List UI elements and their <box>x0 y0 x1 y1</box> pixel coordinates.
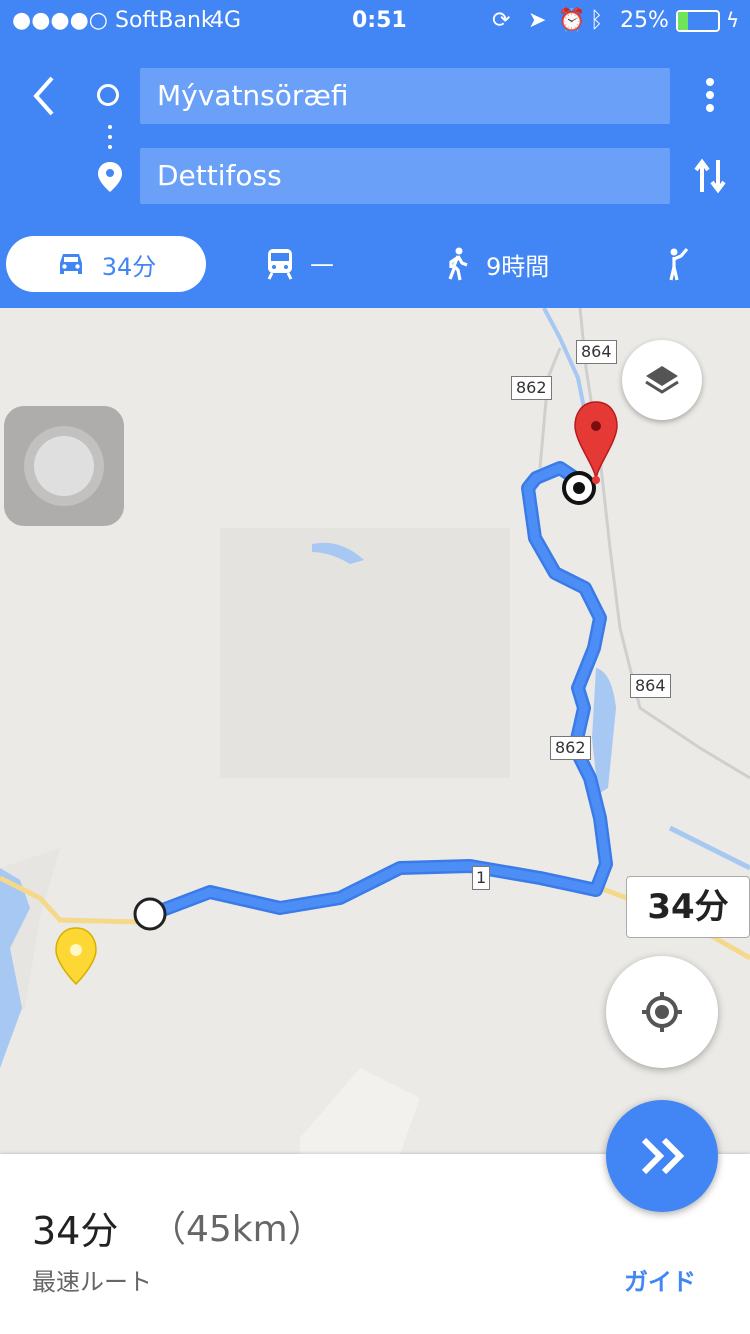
more-options-button[interactable] <box>700 78 720 118</box>
route-connector-dots <box>108 125 112 155</box>
road-label: 1 <box>472 866 491 890</box>
tab-car-label: 34分 <box>101 252 157 281</box>
road-label: 864 <box>630 674 671 698</box>
layers-button[interactable] <box>622 340 702 420</box>
tab-walk[interactable]: 9時間 <box>446 236 549 292</box>
status-bar: ●●●●○ SoftBank 4G 0:51 ⟳ ➤ ⏰ ᛒ 25% ϟ <box>0 0 750 42</box>
network-label: 4G <box>210 8 242 33</box>
terrain-area <box>220 528 510 778</box>
route-distance: （45km） <box>150 1209 324 1250</box>
tab-transit-label: — <box>310 250 334 278</box>
origin-field[interactable]: Mývatnsöræfi <box>140 68 670 124</box>
car-icon <box>59 254 82 274</box>
destination-pin[interactable] <box>574 401 618 481</box>
train-icon <box>267 249 293 280</box>
walking-icon <box>448 247 468 281</box>
saved-place-pin <box>70 944 82 956</box>
swap-icon <box>694 158 726 194</box>
destination-target-marker <box>573 482 585 494</box>
my-location-button[interactable] <box>606 956 718 1068</box>
charging-icon: ϟ <box>726 8 740 32</box>
carrier-label: ●●●●○ SoftBank <box>12 8 214 33</box>
swap-button[interactable] <box>692 156 728 196</box>
river <box>668 825 750 871</box>
destination-pin <box>592 476 600 484</box>
back-arrow-icon <box>33 76 54 116</box>
route-description: 最速ルート <box>32 1268 152 1296</box>
directions-header: ●●●●○ SoftBank 4G 0:51 ⟳ ➤ ⏰ ᛒ 25% ϟ Mýv… <box>0 0 750 308</box>
ride-hail-icon <box>669 247 689 281</box>
destination-pin <box>591 421 601 431</box>
tab-car[interactable]: 34分 <box>6 236 206 292</box>
battery-icon <box>676 10 720 32</box>
destination-pin-icon <box>98 162 122 196</box>
origin-circle-icon <box>97 84 119 106</box>
double-chevron-right-icon <box>641 1137 685 1175</box>
road-862-north <box>538 347 562 469</box>
guide-button[interactable]: ガイド <box>624 1262 696 1297</box>
road-label: 862 <box>511 376 552 400</box>
destination-field[interactable]: Dettifoss <box>140 148 670 204</box>
route-duration: 34分 <box>32 1209 119 1253</box>
route-eta-bubble[interactable]: 34分 <box>626 876 750 938</box>
terrain-area <box>300 1068 420 1154</box>
bluetooth-icon: ᛒ <box>590 8 604 33</box>
start-navigation-button[interactable] <box>606 1100 718 1212</box>
travel-mode-tabs: 34分 — 9時間 <box>0 236 750 292</box>
tab-ride[interactable] <box>662 236 708 292</box>
clock: 0:51 <box>352 8 407 33</box>
location-arrow-icon: ➤ <box>528 8 547 33</box>
road-label: 864 <box>576 340 617 364</box>
tab-transit[interactable]: — <box>266 236 334 292</box>
alarm-icon: ⏰ <box>558 8 586 33</box>
back-button[interactable] <box>28 72 68 120</box>
layers-icon <box>645 366 679 394</box>
origin-marker <box>133 897 167 931</box>
assistive-touch-button[interactable] <box>4 406 124 526</box>
battery-percent: 25% <box>620 8 669 33</box>
rotation-lock-icon: ⟳ <box>492 8 511 33</box>
tab-walk-label: 9時間 <box>486 252 550 281</box>
road-label: 862 <box>550 736 591 760</box>
crosshair-icon <box>642 992 682 1032</box>
